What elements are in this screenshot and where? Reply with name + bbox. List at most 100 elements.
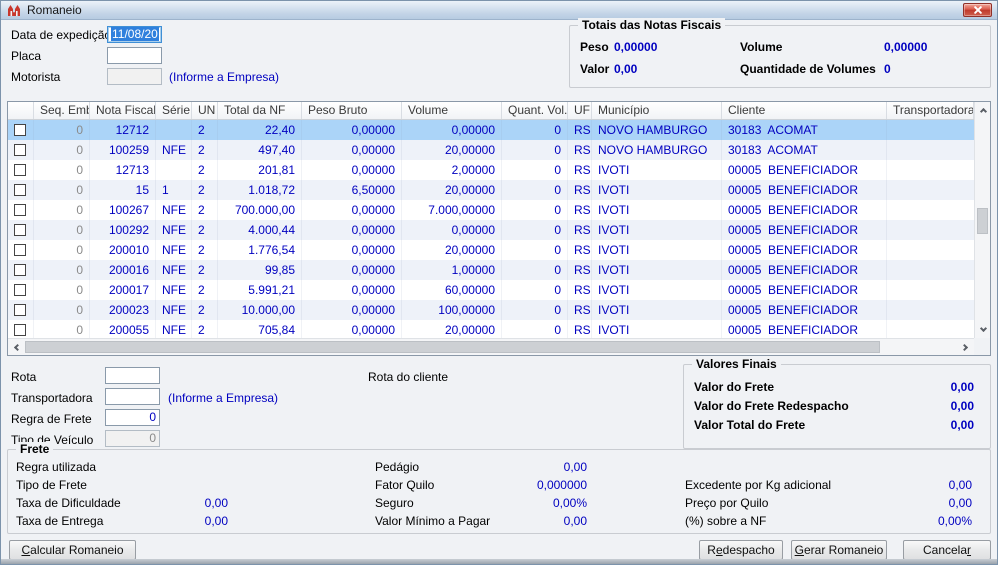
cell-volume: 1,00000 (402, 260, 502, 280)
title-bar[interactable]: Romaneio (1, 1, 997, 20)
vertical-scroll-thumb[interactable] (977, 208, 988, 234)
cell-nota-fiscal: 12713 (90, 160, 156, 180)
frete-col1: Regra utilizada Tipo de Frete Taxa de Di… (16, 458, 228, 530)
row-checkbox[interactable] (14, 264, 26, 276)
cell-nota-fiscal: 200016 (90, 260, 156, 280)
cell-un: 2 (192, 320, 218, 338)
cell-quant-vol: 0 (502, 120, 568, 140)
cell-municipio: IVOTI (592, 280, 722, 300)
header-quant-vol[interactable]: Quant. Vol. (502, 102, 568, 119)
cancelar-button[interactable]: Cancela r (903, 540, 991, 560)
cell-seq-emb: 0 (34, 200, 90, 220)
cell-quant-vol: 0 (502, 160, 568, 180)
frete-field: Taxa de Dificuldade 0,00 (16, 496, 228, 510)
tipo-veiculo-input: 0 (105, 430, 160, 447)
cell-quant-vol: 0 (502, 140, 568, 160)
row-checkbox[interactable] (14, 244, 26, 256)
cell-peso-bruto: 0,00000 (302, 140, 402, 160)
checkbox-cell (8, 200, 34, 220)
header-uf[interactable]: UF (568, 102, 592, 119)
rota-label: Rota (11, 370, 37, 384)
cell-nota-fiscal: 12712 (90, 120, 156, 140)
row-checkbox[interactable] (14, 164, 26, 176)
row-checkbox[interactable] (14, 324, 26, 336)
header-un[interactable]: UN (192, 102, 218, 119)
frete-field: Tipo de Frete (16, 478, 87, 492)
cell-cliente: 00005 BENEFICIADOR (722, 280, 887, 300)
cell-volume: 20,00000 (402, 180, 502, 200)
transportadora-hint: (Informe a Empresa) (168, 391, 279, 405)
cell-municipio: NOVO HAMBURGO (592, 140, 722, 160)
cell-nota-fiscal: 200055 (90, 320, 156, 338)
cell-transportadora (887, 160, 974, 180)
cell-serie (156, 120, 192, 140)
placa-label: Placa (11, 49, 42, 63)
cell-serie: NFE (156, 300, 192, 320)
header-municipio[interactable]: Município (592, 102, 722, 119)
cell-quant-vol: 0 (502, 260, 568, 280)
table-row[interactable]: 0 12713 2 201,81 0,00000 2,00000 0 RS IV… (8, 160, 974, 180)
table-row[interactable]: 0 200016 NFE 2 99,85 0,00000 1,00000 0 R… (8, 260, 974, 280)
cell-municipio: IVOTI (592, 160, 722, 180)
checkbox-cell (8, 240, 34, 260)
table-row[interactable]: 0 200023 NFE 2 10.000,00 0,00000 100,000… (8, 300, 974, 320)
cell-quant-vol: 0 (502, 220, 568, 240)
checkbox-cell (8, 160, 34, 180)
placa-input[interactable] (107, 47, 162, 64)
scroll-up-icon[interactable] (975, 102, 991, 118)
cell-quant-vol: 0 (502, 200, 568, 220)
row-checkbox[interactable] (14, 204, 26, 216)
valores-finais-list: Valor do Frete 0,00 Valor do Frete Redes… (694, 378, 974, 435)
table-row[interactable]: 0 15 1 2 1.018,72 6,50000 20,00000 0 RS … (8, 180, 974, 200)
scroll-right-icon[interactable] (958, 339, 974, 355)
cell-peso-bruto: 0,00000 (302, 320, 402, 338)
cell-peso-bruto: 0,00000 (302, 220, 402, 240)
table-row[interactable]: 0 200017 NFE 2 5.991,21 0,00000 60,00000… (8, 280, 974, 300)
cell-serie: 1 (156, 180, 192, 200)
qty-volumes-label: Quantidade de Volumes (740, 62, 876, 76)
table-row[interactable]: 0 100259 NFE 2 497,40 0,00000 20,00000 0… (8, 140, 974, 160)
redespacho-button[interactable]: Re despacho (699, 540, 783, 560)
close-button[interactable] (963, 3, 992, 17)
cell-un: 2 (192, 180, 218, 200)
row-checkbox[interactable] (14, 184, 26, 196)
row-checkbox[interactable] (14, 224, 26, 236)
calcular-romaneio-button[interactable]: Calcular Romaneio (9, 540, 136, 560)
header-peso-bruto[interactable]: Peso Bruto (302, 102, 402, 119)
table-row[interactable]: 0 100292 NFE 2 4.000,44 0,00000 0,00000 … (8, 220, 974, 240)
row-checkbox[interactable] (14, 284, 26, 296)
cell-nota-fiscal: 100259 (90, 140, 156, 160)
gerar-romaneio-button[interactable]: Gerar Romaneio (791, 540, 887, 560)
row-checkbox[interactable] (14, 144, 26, 156)
window-bottom-edge (1, 559, 997, 564)
peso-value: 0,00000 (614, 40, 658, 54)
table-row[interactable]: 0 200055 NFE 2 705,84 0,00000 20,00000 0… (8, 320, 974, 338)
horizontal-scroll-thumb[interactable] (25, 341, 880, 353)
header-serie[interactable]: Série (156, 102, 192, 119)
header-transportadora[interactable]: Transportadora (887, 102, 974, 119)
frete-field: Regra utilizada (16, 460, 97, 474)
cell-nota-fiscal: 100267 (90, 200, 156, 220)
rota-input[interactable] (105, 367, 160, 384)
scroll-left-icon[interactable] (8, 339, 24, 355)
transportadora-input[interactable] (105, 388, 160, 405)
regra-frete-input[interactable]: 0 (105, 409, 160, 426)
header-nota-fiscal[interactable]: Nota Fiscal (90, 102, 156, 119)
header-volume[interactable]: Volume (402, 102, 502, 119)
cell-seq-emb: 0 (34, 300, 90, 320)
cell-cliente: 00005 BENEFICIADOR (722, 260, 887, 280)
table-row[interactable]: 0 200010 NFE 2 1.776,54 0,00000 20,00000… (8, 240, 974, 260)
row-checkbox[interactable] (14, 304, 26, 316)
table-row[interactable]: 0 12712 2 22,40 0,00000 0,00000 0 RS NOV… (8, 120, 974, 140)
vertical-scrollbar[interactable] (974, 102, 990, 338)
table-row[interactable]: 0 100267 NFE 2 700.000,00 0,00000 7.000,… (8, 200, 974, 220)
row-checkbox[interactable] (14, 124, 26, 136)
scroll-down-icon[interactable] (975, 322, 991, 338)
horizontal-scrollbar[interactable] (8, 338, 974, 355)
header-cliente[interactable]: Cliente (722, 102, 887, 119)
cell-cliente: 30183 ACOMAT (722, 120, 887, 140)
data-expedicao-input[interactable]: 11/08/20 (107, 26, 162, 43)
motorista-input (107, 68, 162, 85)
header-seq-emb[interactable]: Seq. Emb. (34, 102, 90, 119)
header-total-nf[interactable]: Total da NF (218, 102, 302, 119)
